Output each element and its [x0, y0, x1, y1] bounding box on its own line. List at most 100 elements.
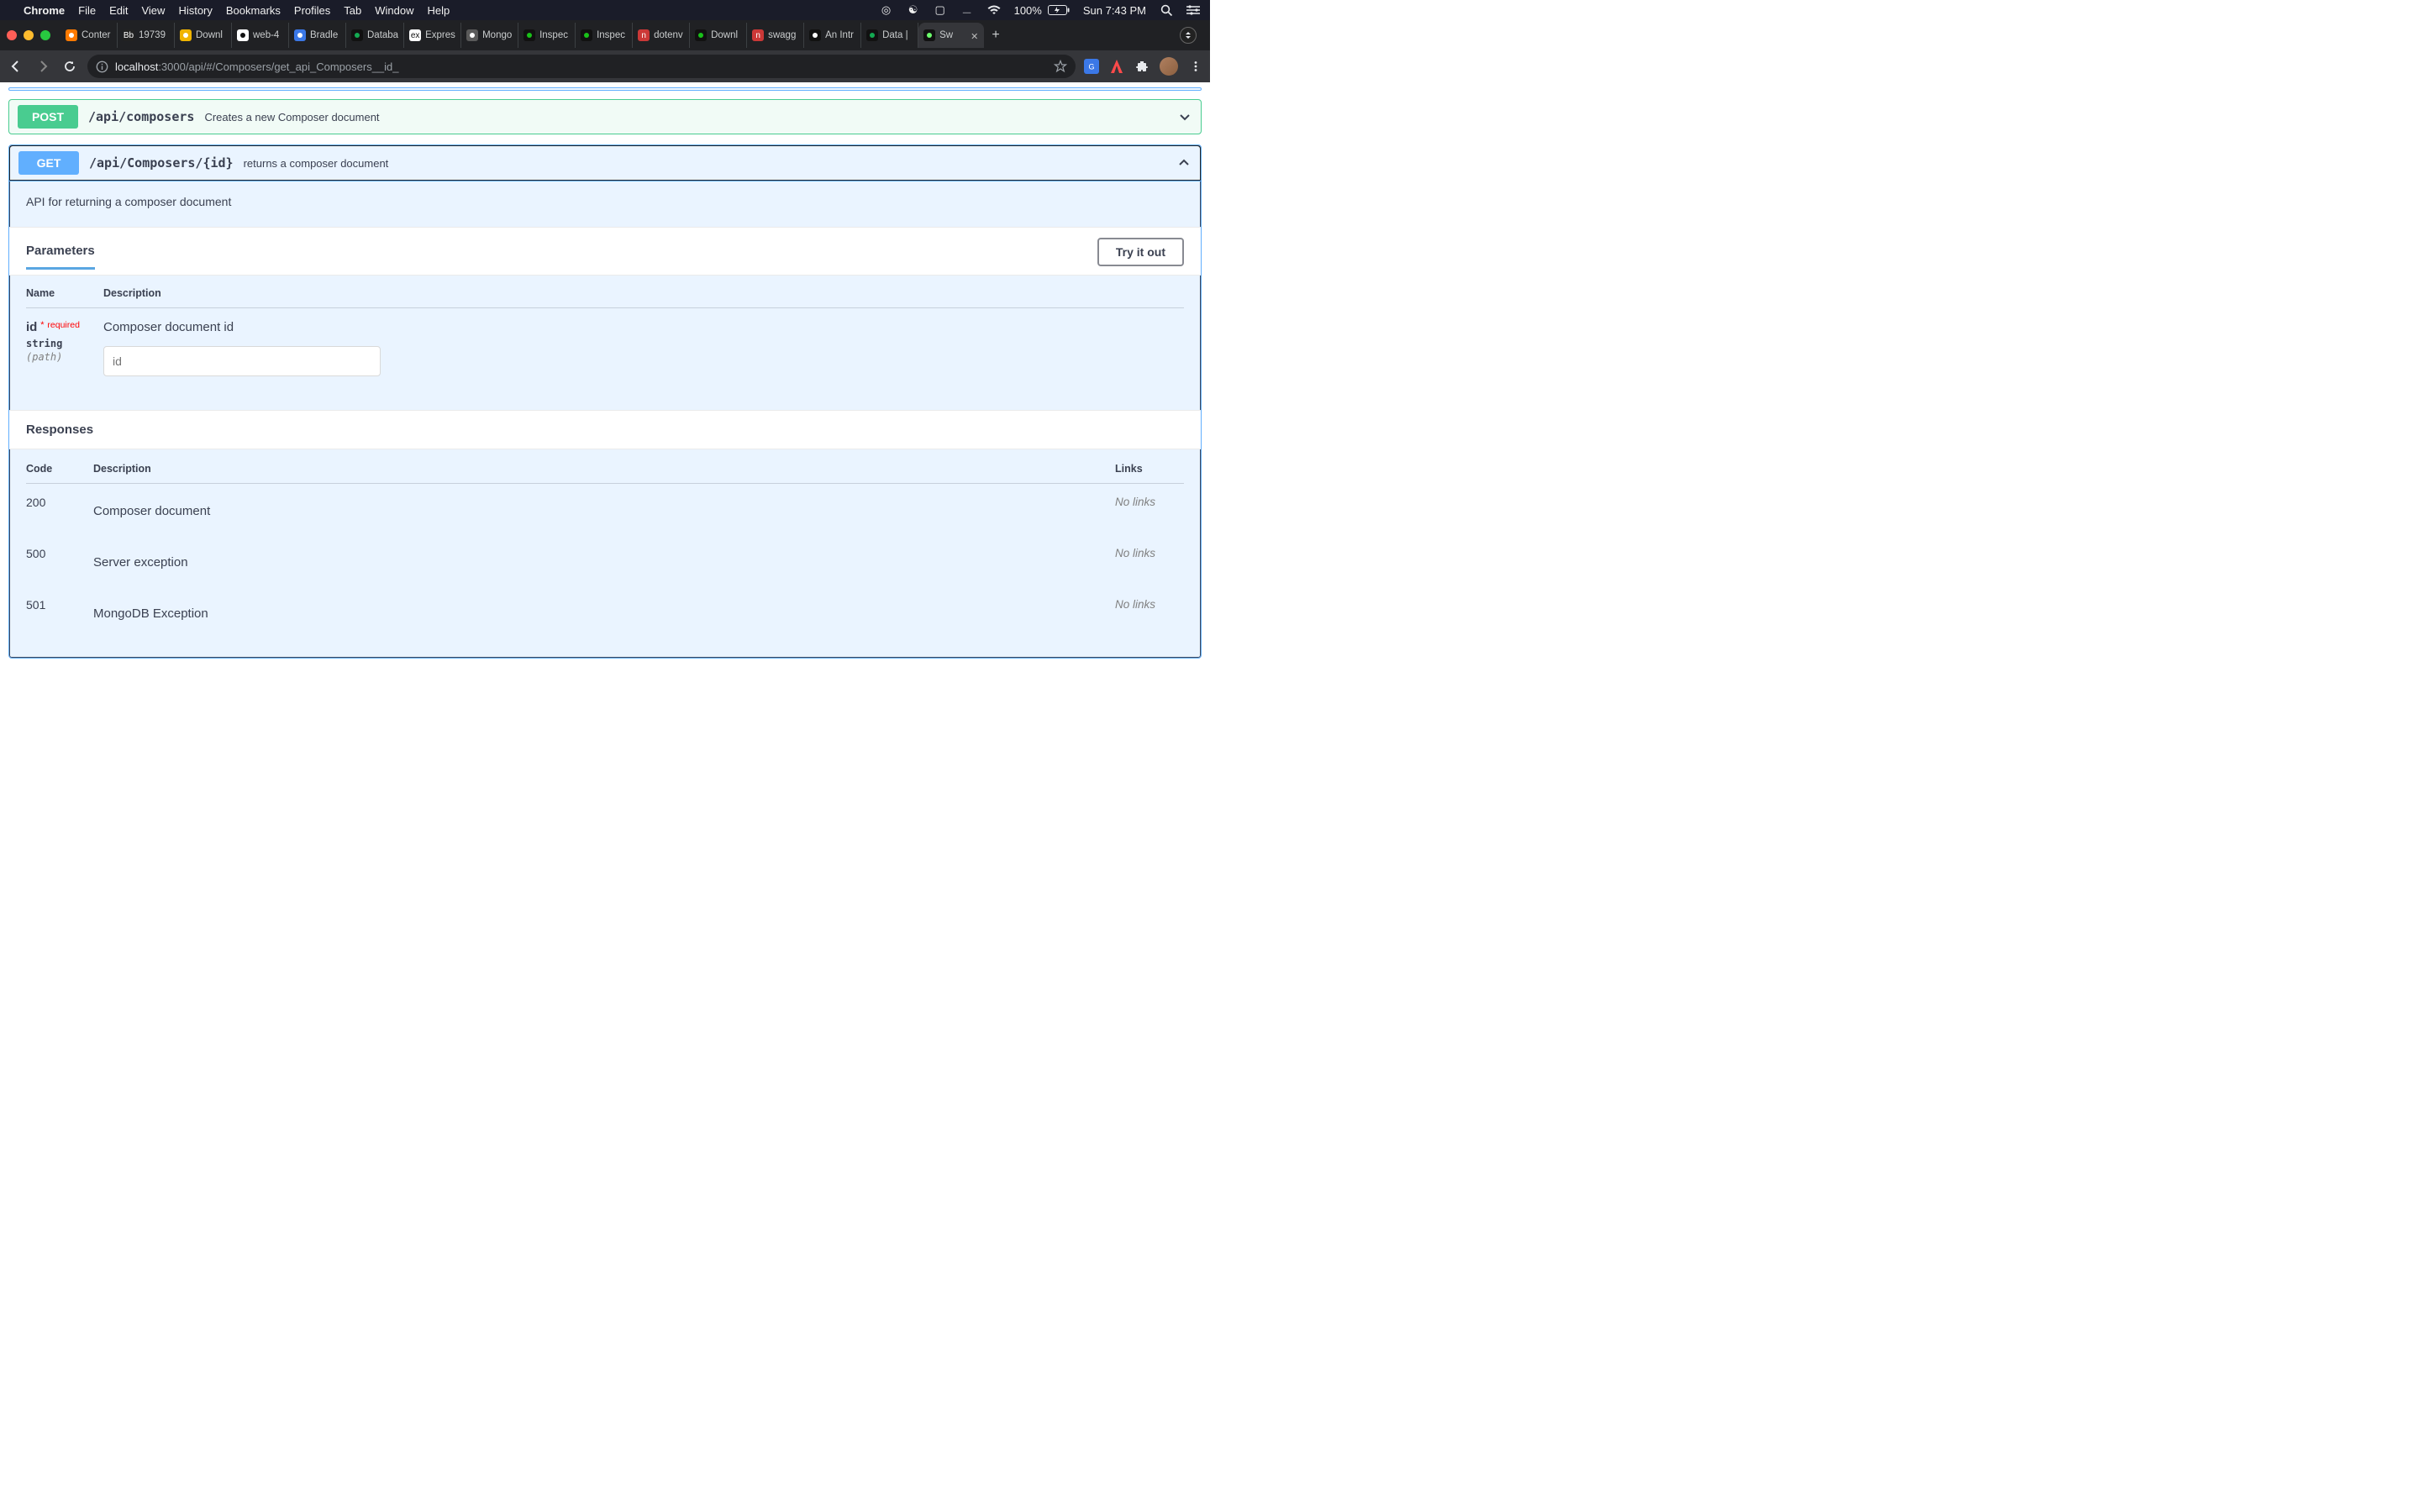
airplay-icon[interactable]: ▢ — [934, 3, 947, 17]
control-center-icon[interactable] — [1186, 3, 1200, 17]
new-tab-button[interactable]: + — [984, 24, 1007, 47]
response-row: 200Composer documentNo links — [26, 484, 1184, 535]
wifi-icon[interactable] — [987, 3, 1001, 17]
star-icon[interactable] — [1054, 60, 1067, 73]
svg-text:G: G — [1088, 63, 1094, 71]
status-icon-2[interactable]: ☯ — [907, 3, 920, 17]
bluetooth-icon[interactable]: ⚊ — [960, 3, 974, 17]
minimize-window-button[interactable] — [24, 30, 34, 40]
favicon: n — [638, 29, 650, 41]
favicon — [180, 29, 192, 41]
browser-tab[interactable]: Databa — [346, 23, 404, 48]
tab-label: Downl — [196, 30, 223, 40]
browser-tab[interactable]: Data | — [861, 23, 918, 48]
tab-label: web-4 — [253, 30, 279, 40]
try-it-out-button[interactable]: Try it out — [1097, 238, 1184, 266]
close-tab-icon[interactable]: ✕ — [971, 31, 979, 39]
address-bar[interactable]: localhost:3000/api/#/Composers/get_api_C… — [87, 55, 1076, 78]
profile-avatar[interactable] — [1160, 57, 1178, 76]
favicon — [923, 29, 935, 41]
page-content: POST /api/composers Creates a new Compos… — [0, 82, 1210, 756]
menu-profiles[interactable]: Profiles — [294, 4, 330, 17]
browser-tab[interactable]: Inspec — [576, 23, 633, 48]
maximize-window-button[interactable] — [40, 30, 50, 40]
tab-label: 19739 — [139, 30, 166, 40]
tab-label: Inspec — [597, 30, 625, 40]
tab-label: Expres — [425, 30, 455, 40]
chevron-up-icon[interactable] — [1176, 155, 1192, 171]
response-code: 200 — [26, 496, 93, 509]
favicon — [66, 29, 77, 41]
parameters-table: Name Description id * required string (p… — [9, 276, 1201, 410]
favicon — [581, 29, 592, 41]
spotlight-icon[interactable] — [1160, 3, 1173, 17]
window-controls — [7, 30, 50, 40]
back-button[interactable] — [7, 57, 25, 76]
tab-label: swagg — [768, 30, 796, 40]
tab-label: Bradle — [310, 30, 338, 40]
browser-tab[interactable]: Downl — [690, 23, 747, 48]
browser-tab[interactable]: nswagg — [747, 23, 804, 48]
op-get-long-desc: API for returning a composer document — [9, 181, 1201, 227]
browser-tab[interactable]: ex Expres — [404, 23, 461, 48]
param-desc: Composer document id — [103, 320, 1184, 334]
param-type: string — [26, 338, 103, 349]
clock[interactable]: Sun 7:43 PM — [1083, 4, 1146, 17]
param-name: id — [26, 320, 37, 334]
response-links: No links — [1115, 547, 1184, 559]
param-input-id[interactable] — [103, 346, 381, 376]
favicon — [351, 29, 363, 41]
op-get-path: /api/Composers/{id} — [89, 155, 234, 171]
chrome-menu-button[interactable] — [1188, 59, 1203, 74]
browser-tab[interactable]: An Intr — [804, 23, 861, 48]
tab-overflow-icon[interactable] — [1180, 27, 1197, 44]
responses-table: Code Description Links 200Composer docum… — [9, 449, 1201, 658]
browser-tab[interactable]: Bb19739 — [118, 23, 175, 48]
browser-tab[interactable]: Sw✕ — [918, 23, 984, 48]
site-info-icon[interactable] — [96, 60, 108, 73]
op-post-composers[interactable]: POST /api/composers Creates a new Compos… — [8, 99, 1202, 134]
menu-bookmarks[interactable]: Bookmarks — [226, 4, 281, 17]
menu-view[interactable]: View — [141, 4, 165, 17]
browser-tab[interactable]: Mongo — [461, 23, 518, 48]
extension-icon-1[interactable] — [1109, 59, 1124, 74]
parameters-heading: Parameters — [26, 244, 95, 270]
favicon: ex — [409, 29, 421, 41]
browser-tab[interactable]: Downl — [175, 23, 232, 48]
op-get-summary-row[interactable]: GET /api/Composers/{id} returns a compos… — [9, 145, 1201, 181]
close-window-button[interactable] — [7, 30, 17, 40]
menu-history[interactable]: History — [178, 4, 212, 17]
collapsed-op-sliver — [8, 87, 1202, 91]
status-icon-1[interactable]: ◎ — [880, 3, 893, 17]
favicon — [466, 29, 478, 41]
browser-tab[interactable]: Bradle — [289, 23, 346, 48]
forward-button[interactable] — [34, 57, 52, 76]
response-desc: Server exception — [93, 547, 1115, 570]
param-in: (path) — [26, 351, 103, 363]
tab-label: Conter — [82, 30, 111, 40]
menu-edit[interactable]: Edit — [109, 4, 128, 17]
menu-tab[interactable]: Tab — [344, 4, 361, 17]
menu-help[interactable]: Help — [428, 4, 450, 17]
browser-tab[interactable]: web-4 — [232, 23, 289, 48]
reload-button[interactable] — [60, 57, 79, 76]
extensions-button[interactable] — [1134, 59, 1150, 74]
app-name[interactable]: Chrome — [24, 4, 65, 17]
menu-window[interactable]: Window — [375, 4, 413, 17]
tab-label: Inspec — [539, 30, 568, 40]
chevron-down-icon[interactable] — [1177, 109, 1192, 124]
response-desc: Composer document — [93, 496, 1115, 518]
browser-tab[interactable]: Inspec — [518, 23, 576, 48]
battery-status[interactable]: 100% — [1014, 4, 1070, 17]
response-row: 501MongoDB ExceptionNo links — [26, 586, 1184, 638]
translate-icon[interactable]: G — [1084, 59, 1099, 74]
browser-tab[interactable]: Conter — [60, 23, 118, 48]
resp-head-desc: Description — [93, 463, 1115, 475]
chrome-toolbar: localhost:3000/api/#/Composers/get_api_C… — [0, 50, 1210, 82]
menu-file[interactable]: File — [78, 4, 96, 17]
favicon: n — [752, 29, 764, 41]
browser-tab[interactable]: ndotenv — [633, 23, 690, 48]
op-post-summary: Creates a new Composer document — [204, 111, 379, 123]
tab-label: An Intr — [825, 30, 854, 40]
resp-head-code: Code — [26, 463, 93, 475]
